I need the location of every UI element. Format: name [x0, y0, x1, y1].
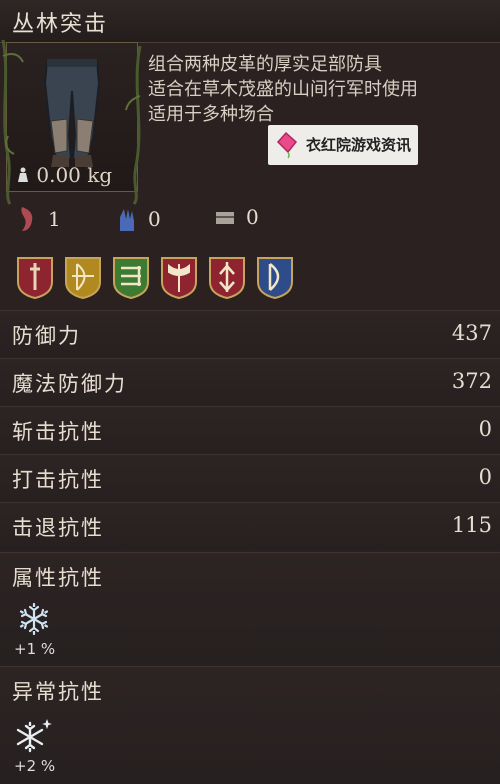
snowflake-icon [19, 602, 49, 636]
element-resist-value: +1 % [14, 640, 56, 658]
snowflake-sparkle-icon [16, 719, 52, 753]
requirement-value: 0 [246, 205, 259, 229]
section-label: 属性抗性 [12, 566, 104, 590]
stat-row-magic-defense: 魔法防御力 372 [0, 358, 500, 407]
watermark-badge: 衣红院游戏资讯 [268, 125, 418, 165]
weight-value: 0.00 kg [36, 163, 113, 187]
weight-display: 0.00 kg [16, 163, 112, 187]
element-resist-section: 属性抗性 +1 % [0, 552, 500, 667]
stat-label: 魔法防御力 [12, 372, 127, 396]
stat-value: 437 [451, 321, 492, 345]
weight-icon [18, 167, 28, 182]
section-label: 异常抗性 [12, 680, 104, 704]
dagger-shield-icon [209, 257, 245, 300]
stat-label: 防御力 [12, 324, 81, 348]
weapon-types-row [16, 254, 294, 300]
stat-value: 0 [478, 417, 492, 441]
item-title: 丛林突击 [12, 12, 109, 37]
description-line: 适用于多种场合 [148, 104, 274, 125]
stat-row-slash-resist: 斩击抗性 0 [0, 406, 500, 455]
description-line: 组合两种皮革的厚实足部防具 [148, 54, 382, 75]
requirement-dexterity: 0 [116, 205, 161, 233]
stat-row-knockback-resist: 击退抗性 115 [0, 502, 500, 551]
chest-icon [216, 212, 234, 224]
stat-value: 372 [451, 369, 492, 393]
status-resist-value: +2 % [14, 757, 56, 775]
stat-value: 115 [451, 513, 492, 537]
requirements-row: 1 0 0 [0, 205, 500, 237]
axe-shield-icon [161, 257, 197, 300]
status-resist-section: 异常抗性 +2 % [0, 666, 500, 784]
stat-label: 斩击抗性 [12, 420, 104, 444]
strength-icon [21, 207, 33, 231]
watermark-text: 衣红院游戏资讯 [306, 136, 412, 154]
bow-blue-shield-icon [257, 257, 293, 300]
sword-shield-icon [17, 257, 53, 300]
kite-icon [276, 131, 298, 159]
stat-value: 0 [478, 465, 492, 489]
bow-shield-icon [65, 257, 101, 300]
requirement-value: 0 [148, 207, 161, 231]
requirement-other: 0 [214, 205, 259, 229]
stat-label: 击退抗性 [12, 516, 104, 540]
stat-label: 打击抗性 [12, 468, 104, 492]
stat-row-defense: 防御力 437 [0, 310, 500, 359]
item-description: 组合两种皮革的厚实足部防具 适合在草木茂盛的山间行军时使用 适用于多种场合 [144, 52, 494, 192]
stat-row-strike-resist: 打击抗性 0 [0, 454, 500, 503]
dexterity-icon [120, 209, 134, 231]
crossbow-shield-icon [113, 257, 149, 300]
requirement-value: 1 [48, 207, 61, 231]
description-line: 适合在草木茂盛的山间行军时使用 [148, 79, 418, 100]
requirement-strength: 1 [16, 205, 61, 233]
